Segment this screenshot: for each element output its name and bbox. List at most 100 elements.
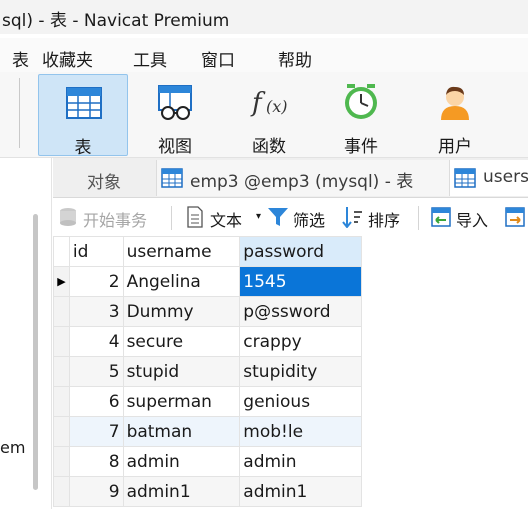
cell-username[interactable]: Angelina xyxy=(122,266,241,297)
main-toolbar: 表 视图 f (x) 函数 事件 用户 xyxy=(0,72,528,158)
import-label: 导入 xyxy=(456,211,489,230)
table-toolbar: 开始事务 文本 ▾ 筛选 排序 导入 xyxy=(53,198,528,236)
menu-window[interactable]: 窗口 xyxy=(201,46,235,71)
table-tool-button[interactable]: 表 xyxy=(38,74,128,158)
tab-emp3-table[interactable]: emp3 @emp3 (mysql) - 表 xyxy=(156,160,489,196)
column-header-username[interactable]: username xyxy=(122,236,241,267)
view-tool-button[interactable]: 视图 xyxy=(130,74,220,157)
function-tool-label: 函数 xyxy=(252,137,286,157)
row-marker xyxy=(53,296,70,327)
cell-password[interactable]: crappy xyxy=(239,326,362,357)
cell-username[interactable]: admin1 xyxy=(122,476,241,507)
tab-objects[interactable]: 对象 xyxy=(53,160,155,196)
cell-username[interactable]: secure xyxy=(122,326,241,357)
table-row[interactable]: 3 Dummy p@ssword xyxy=(53,296,362,327)
event-clock-icon xyxy=(345,84,377,119)
cell-username[interactable]: Dummy xyxy=(122,296,241,327)
sort-label: 排序 xyxy=(368,211,401,230)
text-view-label: 文本 xyxy=(210,211,243,230)
toolbar-divider xyxy=(19,78,20,148)
chevron-down-icon[interactable]: ▾ xyxy=(256,211,261,222)
cell-id[interactable]: 5 xyxy=(68,356,124,387)
cell-id[interactable]: 4 xyxy=(68,326,124,357)
document-icon xyxy=(187,206,203,228)
navigation-pane: em xyxy=(0,158,52,509)
cell-id[interactable]: 2 xyxy=(68,266,124,297)
tab-objects-label: 对象 xyxy=(87,173,121,193)
export-icon xyxy=(505,207,525,227)
filter-icon xyxy=(268,208,288,226)
row-marker xyxy=(53,416,70,447)
window-title: sql) - 表 - Navicat Premium xyxy=(2,11,230,31)
menu-help[interactable]: 帮助 xyxy=(278,46,312,71)
table-tool-label: 表 xyxy=(74,138,92,158)
column-header-password[interactable]: password xyxy=(239,236,362,267)
filter-label: 筛选 xyxy=(293,211,326,230)
user-icon xyxy=(441,86,469,120)
table-icon xyxy=(161,168,183,188)
tab-emp3-label: emp3 @emp3 (mysql) - 表 xyxy=(190,172,414,192)
database-icon xyxy=(60,208,76,226)
toolbar-divider xyxy=(418,206,419,230)
svg-text:f: f xyxy=(250,88,266,118)
cell-username[interactable]: admin xyxy=(122,446,241,477)
menu-table[interactable]: 表 xyxy=(12,46,29,71)
user-tool-label: 用户 xyxy=(438,137,472,157)
table-row[interactable]: ▶ 2 Angelina 1545 xyxy=(53,266,362,297)
function-tool-button[interactable]: f (x) 函数 xyxy=(224,74,314,157)
row-marker xyxy=(53,476,70,507)
current-row-arrow-icon: ▶ xyxy=(53,266,70,297)
event-tool-label: 事件 xyxy=(344,137,378,157)
navigation-item-fragment[interactable]: em xyxy=(0,438,25,457)
cell-password[interactable]: admin xyxy=(239,446,362,477)
tab-users-label: users xyxy=(483,167,528,187)
row-marker xyxy=(53,356,70,387)
grid-header-row: id username password xyxy=(53,236,362,267)
import-icon xyxy=(431,207,451,227)
navigation-scrollbar[interactable] xyxy=(33,214,38,490)
table-icon xyxy=(454,168,476,188)
menu-favorites[interactable]: 收藏夹 xyxy=(42,46,93,71)
table-icon xyxy=(66,87,102,119)
menu-bar: 表 收藏夹 工具 窗口 帮助 xyxy=(0,38,528,72)
table-row[interactable]: 4 secure crappy xyxy=(53,326,362,357)
cell-password[interactable]: p@ssword xyxy=(239,296,362,327)
view-icon xyxy=(158,85,192,120)
table-row[interactable]: 9 admin1 admin1 xyxy=(53,476,362,507)
table-row[interactable]: 8 admin admin xyxy=(53,446,362,477)
cell-username[interactable]: superman xyxy=(122,386,241,417)
row-marker xyxy=(53,446,70,477)
column-header-id[interactable]: id xyxy=(68,236,124,267)
svg-text:(x): (x) xyxy=(266,97,288,116)
table-row[interactable]: 6 superman genious xyxy=(53,386,362,417)
sort-icon xyxy=(342,207,362,228)
cell-username[interactable]: stupid xyxy=(122,356,241,387)
cell-password[interactable]: admin1 xyxy=(239,476,362,507)
cell-password[interactable]: mob!le xyxy=(239,416,362,447)
row-marker xyxy=(53,386,70,417)
tab-users[interactable]: users xyxy=(449,160,528,196)
cell-password-selected[interactable]: 1545 xyxy=(239,266,362,297)
tab-bar: 对象 emp3 @emp3 (mysql) - 表 users xyxy=(53,158,528,198)
begin-transaction-label: 开始事务 xyxy=(83,211,148,230)
cell-id[interactable]: 9 xyxy=(68,476,124,507)
cell-username[interactable]: batman xyxy=(122,416,241,447)
table-row[interactable]: 5 stupid stupidity xyxy=(53,356,362,387)
table-row[interactable]: 7 batman mob!le xyxy=(53,416,362,447)
view-tool-label: 视图 xyxy=(158,137,192,157)
title-bar: sql) - 表 - Navicat Premium xyxy=(0,0,528,34)
event-tool-button[interactable]: 事件 xyxy=(316,74,406,157)
cell-id[interactable]: 7 xyxy=(68,416,124,447)
data-grid: id username password ▶ 2 Angelina 1545 3… xyxy=(53,236,362,509)
toolbar-divider xyxy=(171,206,172,230)
cell-id[interactable]: 6 xyxy=(68,386,124,417)
row-marker xyxy=(53,326,70,357)
row-marker-header xyxy=(53,236,70,267)
cell-password[interactable]: genious xyxy=(239,386,362,417)
cell-id[interactable]: 3 xyxy=(68,296,124,327)
cell-id[interactable]: 8 xyxy=(68,446,124,477)
function-icon: f (x) xyxy=(250,88,288,118)
user-tool-button[interactable]: 用户 xyxy=(410,74,500,157)
menu-tools[interactable]: 工具 xyxy=(133,46,167,71)
cell-password[interactable]: stupidity xyxy=(239,356,362,387)
